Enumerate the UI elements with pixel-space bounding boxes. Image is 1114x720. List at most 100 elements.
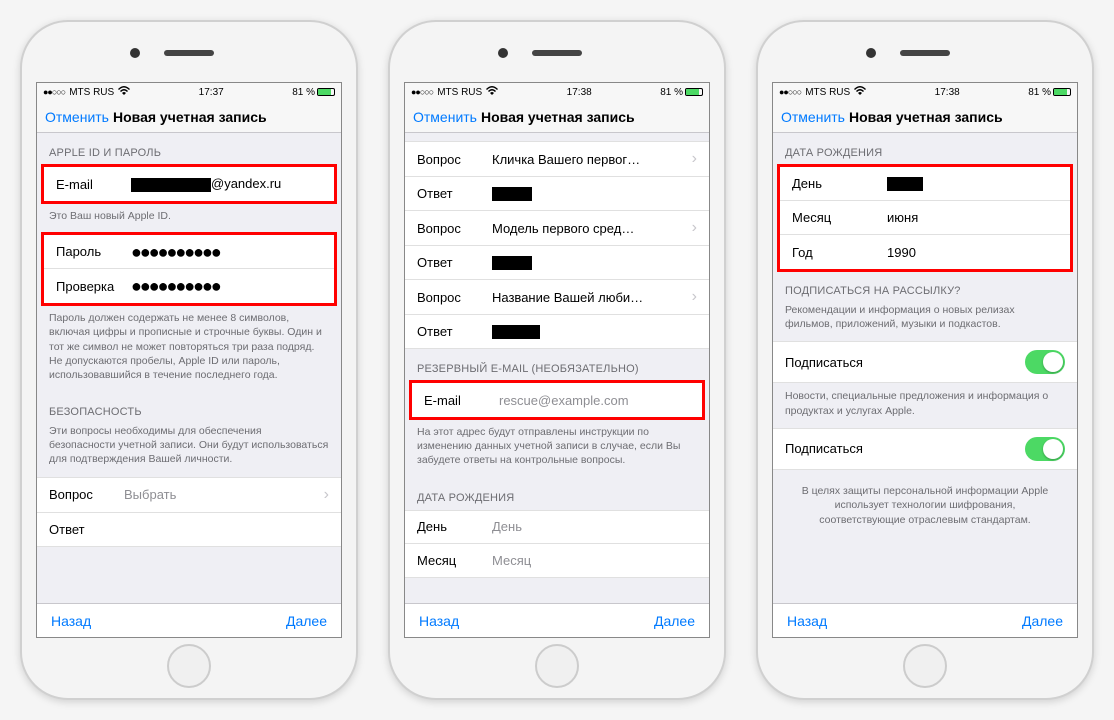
next-button[interactable]: Далее [654,613,695,629]
redacted-answer [492,256,532,270]
email-label: E-mail [56,177,131,192]
email-label: E-mail [424,393,499,408]
answer3-row[interactable]: Ответ [405,315,709,349]
email-row[interactable]: E-mail @yandex.ru [44,167,334,201]
subscribe2-toggle[interactable] [1025,437,1065,461]
highlight-box: E-mail rescue@example.com [409,380,705,420]
screen-2: ●●○○○ MTS RUS 17:38 81 % Отменить Новая … [404,82,710,638]
month-label: Месяц [792,210,887,225]
subscribe1-row: Подписаться [773,341,1077,383]
nav-bar: Отменить Новая учетная запись [405,101,709,133]
section-header-subscribe: ПОДПИСАТЬСЯ НА РАССЫЛКУ? [773,271,1077,303]
status-bar: ●●○○○ MTS RUS 17:38 81 % [405,83,709,101]
battery-indicator: 81 % [292,87,335,98]
redacted-answer [492,325,540,339]
question2-row[interactable]: Вопрос Модель первого сред… › [405,211,709,246]
battery-indicator: 81 % [660,87,703,98]
page-title: Новая учетная запись [849,109,1003,125]
back-button[interactable]: Назад [787,613,827,629]
month-value: июня [887,210,1058,225]
speaker-slot [900,50,950,56]
status-bar: ●●○○○ MTS RUS 17:38 81 % [773,83,1077,101]
answer1-row[interactable]: Ответ [405,177,709,211]
month-row[interactable]: Месяц Месяц [405,544,709,578]
signal-icon: ●●○○○ [43,87,65,97]
question1-row[interactable]: Вопрос Кличка Вашего первог… › [405,141,709,177]
highlight-box: Пароль ●●●●●●●●●● Проверка ●●●●●●●●●● [41,232,337,306]
month-label: Месяц [417,553,492,568]
day-placeholder: День [492,519,697,534]
carrier-label: MTS RUS [69,87,114,98]
cancel-button[interactable]: Отменить [45,109,109,125]
phone-frame-3: ●●○○○ MTS RUS 17:38 81 % Отменить Новая … [756,20,1094,700]
section-header-birth: ДАТА РОЖДЕНИЯ [405,478,709,510]
page-title: Новая учетная запись [113,109,267,125]
phone-frame-2: ●●○○○ MTS RUS 17:38 81 % Отменить Новая … [388,20,726,700]
wifi-icon [854,86,866,99]
bottom-bar: Назад Далее [37,603,341,637]
password-label: Пароль [56,244,131,259]
question2-value: Модель первого сред… [492,221,688,236]
question-label: Вопрос [417,221,492,236]
question-label: Вопрос [49,487,124,502]
camera-dot [498,48,508,58]
camera-dot [866,48,876,58]
rescue-footer: На этот адрес будут отправлены инструкци… [405,419,709,478]
chevron-right-icon: › [692,288,697,306]
question3-value: Название Вашей люби… [492,290,688,305]
cancel-button[interactable]: Отменить [413,109,477,125]
question-row[interactable]: Вопрос Выбрать › [37,477,341,513]
answer-label: Ответ [417,255,492,270]
email-value: @yandex.ru [131,176,322,192]
rescue-email-row[interactable]: E-mail rescue@example.com [412,383,702,417]
month-row[interactable]: Месяц июня [780,201,1070,235]
cancel-button[interactable]: Отменить [781,109,845,125]
subscribe2-footer: Новости, специальные предложения и инфор… [773,383,1077,427]
back-button[interactable]: Назад [419,613,459,629]
question3-row[interactable]: Вопрос Название Вашей люби… › [405,280,709,315]
next-button[interactable]: Далее [286,613,327,629]
answer2-row[interactable]: Ответ [405,246,709,280]
bottom-bar: Назад Далее [773,603,1077,637]
year-row[interactable]: Год 1990 [780,235,1070,269]
subscribe1-footer: Рекомендации и информация о новых релиза… [773,303,1077,341]
redacted-email [131,178,211,192]
security-footer: Эти вопросы необходимы для обеспечения б… [37,424,341,477]
verify-row[interactable]: Проверка ●●●●●●●●●● [44,269,334,303]
back-button[interactable]: Назад [51,613,91,629]
answer-label: Ответ [417,324,492,339]
subscribe-label: Подписаться [785,441,863,456]
subscribe1-toggle[interactable] [1025,350,1065,374]
highlight-box: День Месяц июня Год 1990 [777,164,1073,272]
battery-indicator: 81 % [1028,87,1071,98]
section-header-id: APPLE ID И ПАРОЛЬ [37,133,341,165]
rescue-email-placeholder: rescue@example.com [499,393,690,408]
camera-dot [130,48,140,58]
chevron-right-icon: › [692,219,697,237]
carrier-label: MTS RUS [437,87,482,98]
month-placeholder: Месяц [492,553,697,568]
home-button[interactable] [167,644,211,688]
password-value: ●●●●●●●●●● [131,247,322,257]
day-row[interactable]: День [780,167,1070,201]
redacted-answer [492,187,532,201]
chevron-right-icon: › [692,150,697,168]
year-value: 1990 [887,245,1058,260]
answer-row[interactable]: Ответ [37,513,341,547]
question-label: Вопрос [417,290,492,305]
privacy-footer: В целях защиты персональной информации A… [773,470,1077,542]
bottom-bar: Назад Далее [405,603,709,637]
time-label: 17:38 [567,87,592,98]
next-button[interactable]: Далее [1022,613,1063,629]
question-label: Вопрос [417,152,492,167]
home-button[interactable] [903,644,947,688]
nav-bar: Отменить Новая учетная запись [37,101,341,133]
time-label: 17:37 [199,87,224,98]
password-footer: Пароль должен содержать не менее 8 симво… [37,305,341,392]
password-row[interactable]: Пароль ●●●●●●●●●● [44,235,334,269]
home-button[interactable] [535,644,579,688]
year-label: Год [792,245,887,260]
content-area: Вопрос Кличка Вашего первог… › Ответ Воп… [405,133,709,603]
day-row[interactable]: День День [405,510,709,544]
section-header-birth: ДАТА РОЖДЕНИЯ [773,133,1077,165]
